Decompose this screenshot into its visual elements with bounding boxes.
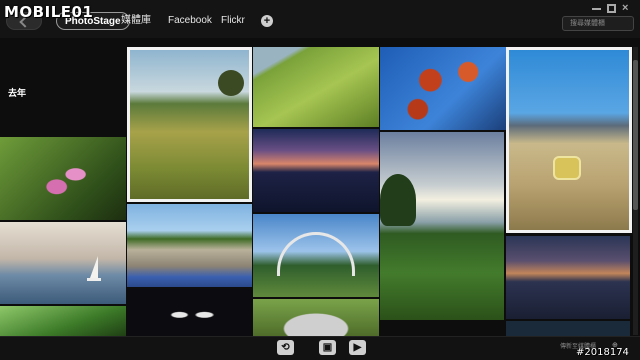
photo-car-headlights[interactable]: [127, 289, 252, 336]
slideshow-icon[interactable]: ▣: [319, 340, 336, 355]
photo-sailboat[interactable]: [0, 222, 126, 304]
photo-green-leaves[interactable]: [0, 306, 126, 336]
photo-lake-sunset[interactable]: [253, 129, 379, 212]
photo-pink-flower[interactable]: [0, 137, 126, 220]
photo-partial[interactable]: [506, 321, 630, 336]
photo-koala[interactable]: [253, 299, 379, 336]
photo-bridge[interactable]: [253, 214, 379, 297]
close-icon[interactable]: ×: [622, 3, 631, 14]
photo-field-sunset[interactable]: [380, 132, 504, 320]
photo-lawn-tree[interactable]: [253, 47, 379, 127]
tab-library[interactable]: 媒體庫: [121, 12, 151, 30]
add-tab-button[interactable]: +: [261, 15, 273, 27]
minimize-icon[interactable]: [592, 4, 601, 10]
tree: [380, 174, 416, 226]
tab-facebook[interactable]: Facebook: [168, 12, 212, 30]
chair: [553, 156, 581, 180]
tree: [218, 70, 244, 96]
maximize-icon[interactable]: [607, 4, 616, 13]
hull: [87, 278, 101, 281]
search-input[interactable]: 搜尋媒體櫃: [562, 16, 634, 31]
photo-city-skyline[interactable]: [506, 236, 630, 319]
photo-meadow[interactable]: [127, 47, 252, 202]
scrollbar-thumb[interactable]: [633, 60, 638, 210]
photo-red-leaves[interactable]: [380, 47, 506, 130]
bridge-arch: [277, 232, 355, 276]
play-icon[interactable]: ▶: [349, 340, 366, 355]
rotate-icon[interactable]: ⟲: [277, 340, 294, 355]
photo-bike-rider-bluebonnets[interactable]: [127, 204, 252, 287]
tab-flickr[interactable]: Flickr: [221, 12, 245, 30]
watermark-id: #2018174: [576, 347, 629, 358]
sail: [90, 256, 98, 278]
photo-yellow-chair[interactable]: [506, 47, 632, 233]
year-heading: 去年: [8, 89, 27, 99]
watermark-logo: MOBILE01: [4, 3, 94, 21]
